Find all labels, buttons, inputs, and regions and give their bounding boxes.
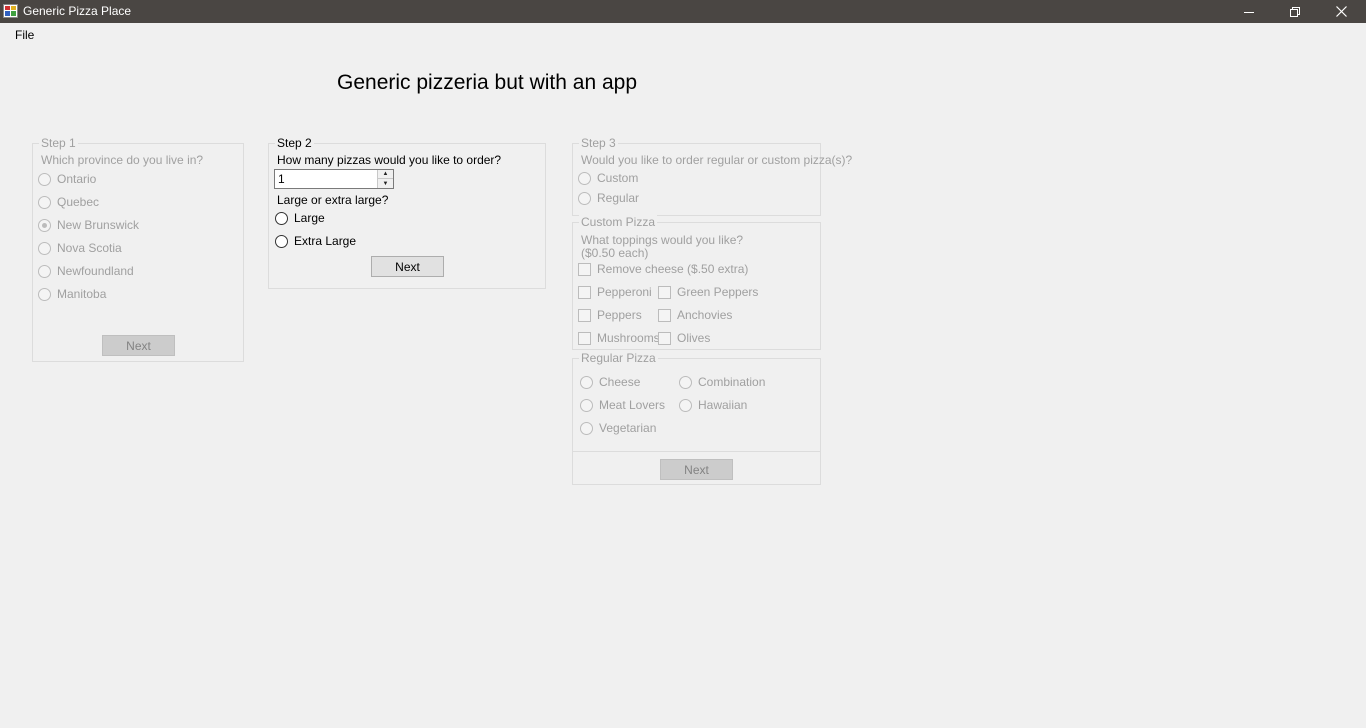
checkbox-olives[interactable]: Olives	[658, 331, 710, 345]
meat-lovers-label: Meat Lovers	[599, 398, 666, 412]
step3-question: Would you like to order regular or custo…	[581, 153, 853, 167]
radio-new-brunswick-label: New Brunswick	[57, 218, 140, 232]
step3-next-button[interactable]: Next	[660, 459, 733, 480]
quantity-spin[interactable]: ▲ ▼	[377, 170, 393, 188]
hawaiian-label: Hawaiian	[698, 398, 748, 412]
radio-extra-large-label: Extra Large	[294, 234, 357, 248]
title-bar: Generic Pizza Place	[0, 0, 1366, 23]
radio-new-brunswick[interactable]: New Brunswick	[38, 218, 139, 232]
close-icon	[1335, 6, 1347, 17]
radio-nova-scotia-label: Nova Scotia	[57, 241, 122, 255]
window-title: Generic Pizza Place	[23, 4, 132, 18]
step1-group: Step 1 Which province do you live in? On…	[32, 136, 244, 362]
step1-question: Which province do you live in?	[41, 153, 204, 167]
radio-regular-label: Regular	[597, 191, 640, 205]
radio-large[interactable]: Large	[275, 211, 325, 225]
mushrooms-label: Mushrooms	[597, 331, 660, 345]
radio-regular[interactable]: Regular	[578, 191, 639, 205]
anchovies-label: Anchovies	[677, 308, 733, 322]
checkbox-green-peppers[interactable]: Green Peppers	[658, 285, 758, 299]
radio-quebec[interactable]: Quebec	[38, 195, 99, 209]
pepperoni-label: Pepperoni	[597, 285, 652, 299]
radio-vegetarian[interactable]: Vegetarian	[580, 421, 656, 435]
radio-manitoba-label: Manitoba	[57, 287, 107, 301]
divider	[573, 451, 820, 452]
combination-label: Combination	[698, 375, 766, 389]
step3-label: Step 3	[579, 136, 618, 150]
regular-pizza-group: Regular Pizza Cheese Meat Lovers Vegetar…	[572, 351, 821, 485]
spin-up-icon[interactable]: ▲	[378, 170, 393, 179]
radio-newfoundland[interactable]: Newfoundland	[38, 264, 134, 278]
vegetarian-label: Vegetarian	[599, 421, 657, 435]
restore-icon	[1290, 6, 1300, 17]
restore-button[interactable]	[1272, 0, 1318, 23]
custom-pizza-group: Custom Pizza What toppings would you lik…	[572, 215, 821, 350]
minimize-button[interactable]	[1226, 0, 1272, 23]
regular-pizza-label: Regular Pizza	[579, 351, 658, 365]
olives-label: Olives	[677, 331, 711, 345]
radio-manitoba[interactable]: Manitoba	[38, 287, 106, 301]
step3-group: Step 3 Would you like to order regular o…	[572, 136, 852, 216]
radio-cheese[interactable]: Cheese	[580, 375, 640, 389]
radio-nova-scotia[interactable]: Nova Scotia	[38, 241, 122, 255]
close-button[interactable]	[1318, 0, 1364, 23]
radio-quebec-label: Quebec	[57, 195, 100, 209]
step2-question: How many pizzas would you like to order?	[277, 153, 502, 167]
app-icon	[3, 4, 18, 18]
checkbox-peppers[interactable]: Peppers	[578, 308, 642, 322]
checkbox-remove-cheese[interactable]: Remove cheese ($.50 extra)	[578, 262, 748, 276]
radio-extra-large[interactable]: Extra Large	[275, 234, 356, 248]
radio-newfoundland-label: Newfoundland	[57, 264, 134, 278]
radio-meat-lovers[interactable]: Meat Lovers	[580, 398, 665, 412]
step2-next-button[interactable]: Next	[371, 256, 444, 277]
checkbox-anchovies[interactable]: Anchovies	[658, 308, 732, 322]
radio-large-label: Large	[294, 211, 325, 225]
cheese-label: Cheese	[599, 375, 641, 389]
step1-label: Step 1	[39, 136, 78, 150]
quantity-value[interactable]: 1	[278, 172, 285, 186]
step2-label: Step 2	[275, 136, 314, 150]
step1-next-button[interactable]: Next	[102, 335, 175, 356]
size-question: Large or extra large?	[277, 193, 389, 207]
radio-combination[interactable]: Combination	[679, 375, 765, 389]
toppings-question: What toppings would you like?	[581, 233, 744, 247]
toppings-price: ($0.50 each)	[581, 246, 649, 260]
quantity-stepper[interactable]: 1 ▲ ▼	[274, 169, 394, 189]
peppers-label: Peppers	[597, 308, 642, 322]
minimize-icon	[1244, 11, 1254, 13]
radio-hawaiian[interactable]: Hawaiian	[679, 398, 747, 412]
remove-cheese-label: Remove cheese ($.50 extra)	[597, 262, 749, 276]
page-title: Generic pizzeria but with an app	[337, 71, 637, 94]
checkbox-mushrooms[interactable]: Mushrooms	[578, 331, 660, 345]
menu-file[interactable]: File	[15, 28, 34, 42]
spin-down-icon[interactable]: ▼	[378, 179, 393, 188]
radio-ontario[interactable]: Ontario	[38, 172, 96, 186]
green-peppers-label: Green Peppers	[677, 285, 759, 299]
custom-pizza-label: Custom Pizza	[579, 215, 658, 229]
radio-custom[interactable]: Custom	[578, 171, 638, 185]
radio-custom-label: Custom	[597, 171, 639, 185]
step2-group: Step 2 How many pizzas would you like to…	[268, 136, 546, 289]
radio-ontario-label: Ontario	[57, 172, 97, 186]
checkbox-pepperoni[interactable]: Pepperoni	[578, 285, 652, 299]
